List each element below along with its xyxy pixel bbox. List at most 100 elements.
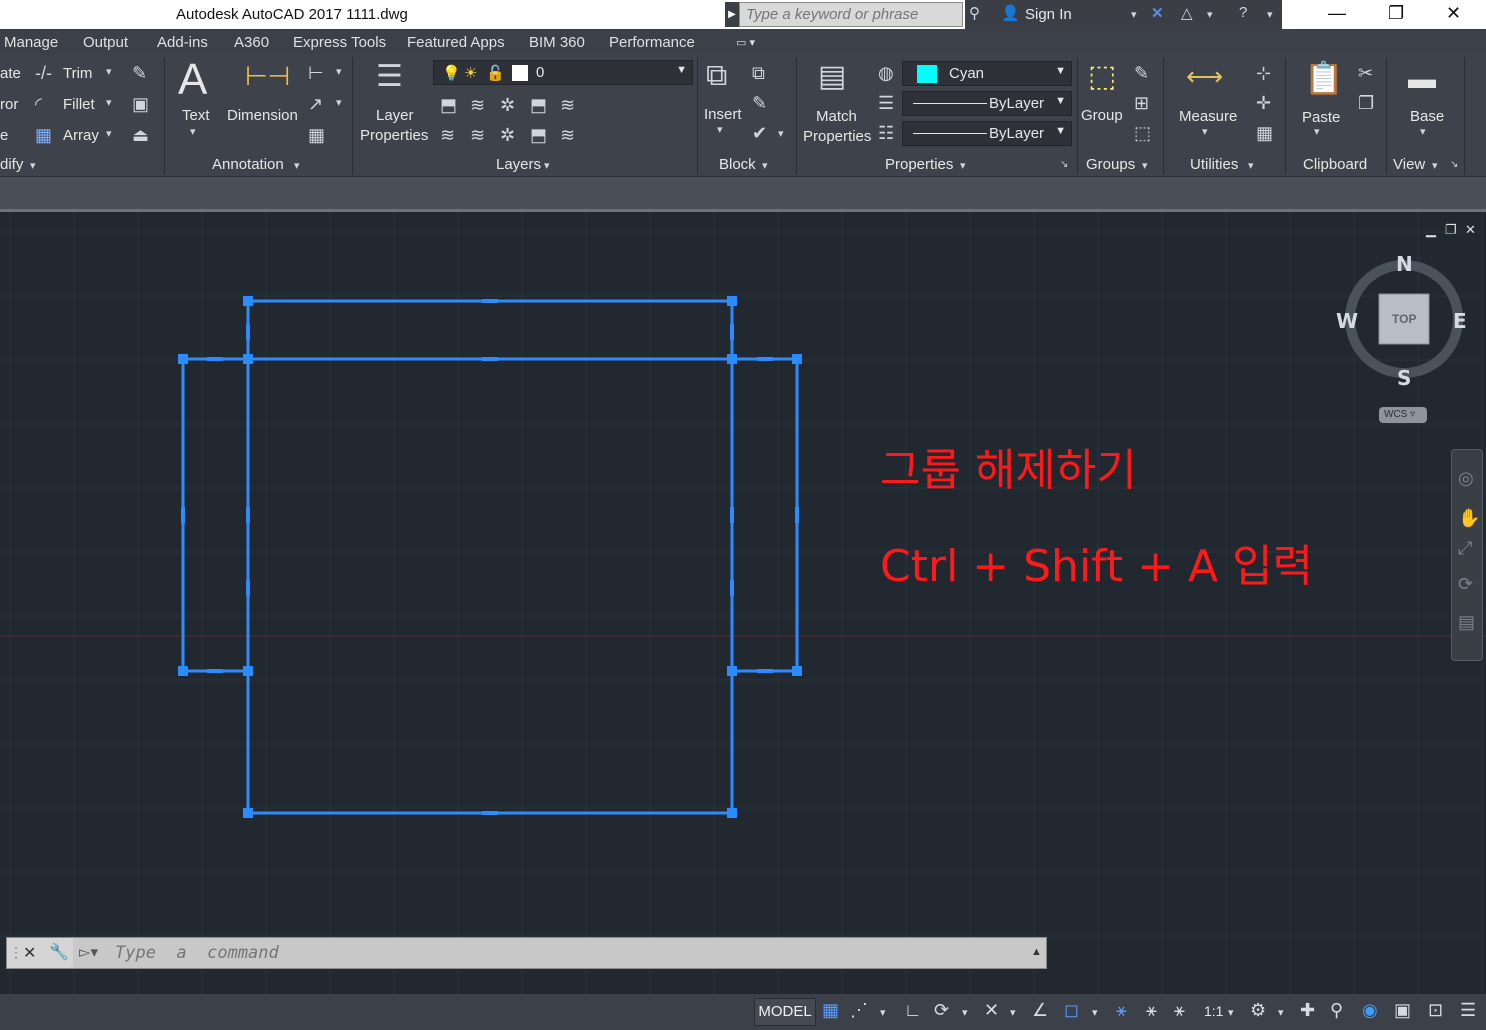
grip-point[interactable] — [792, 354, 802, 364]
snap-icon[interactable]: ⋰ — [850, 1000, 868, 1021]
showmotion-icon[interactable]: ▤ — [1458, 612, 1475, 633]
midpoint-grip[interactable] — [482, 357, 498, 361]
chevron-down-icon[interactable]: ▾ — [762, 159, 768, 172]
copy-icon[interactable]: ❐ — [1358, 93, 1374, 114]
chevron-down-icon[interactable]: ▾ — [1010, 1006, 1016, 1019]
chevron-down-icon[interactable]: ▾ — [1228, 1006, 1234, 1019]
viewport-close-icon[interactable]: ✕ — [1465, 222, 1476, 238]
close-icon[interactable]: ✕ — [1446, 3, 1461, 24]
layer-tool-icon[interactable]: ≋ — [560, 125, 575, 146]
tab-performance[interactable]: Performance — [609, 34, 695, 51]
workspace-gear-icon[interactable]: ⚙ — [1250, 1000, 1266, 1021]
viewcube-face-label[interactable]: TOP — [1392, 312, 1416, 326]
isolate-objects-icon[interactable]: ◉ — [1362, 1000, 1378, 1021]
dimension-icon[interactable]: ⊢⊣ — [245, 61, 290, 92]
array-button[interactable]: Array — [63, 127, 99, 144]
text-icon[interactable]: A — [178, 55, 207, 105]
annotation-visibility-icon[interactable]: ⚹ — [1146, 1000, 1157, 1021]
point-icon[interactable]: ✛ — [1256, 93, 1271, 114]
recent-commands-icon[interactable]: ▲ — [1031, 946, 1042, 958]
linear-dim-icon[interactable]: ⊢ — [308, 63, 324, 84]
help-icon[interactable]: ? — [1239, 4, 1247, 21]
layer-tool-icon[interactable]: ✲ — [500, 95, 515, 116]
edit-block-icon[interactable]: ✎ — [752, 93, 767, 114]
text-button[interactable]: Text — [182, 107, 210, 124]
explode-icon[interactable]: ▣ — [132, 94, 149, 115]
grip-icon[interactable]: ⋮ — [9, 944, 23, 961]
base-button[interactable]: Base — [1410, 108, 1444, 125]
chevron-down-icon[interactable]: ▾ — [1202, 125, 1208, 138]
linetype-icon[interactable]: ☷ — [878, 123, 894, 144]
annotation-scale[interactable]: 1:1 — [1204, 1003, 1223, 1019]
properties-panel-title[interactable]: Properties — [885, 156, 953, 173]
layer-tool-icon[interactable]: ≋ — [560, 95, 575, 116]
midpoint-grip[interactable] — [207, 357, 223, 361]
midpoint-grip[interactable] — [246, 507, 250, 523]
chevron-down-icon[interactable]: ▾ — [544, 159, 550, 172]
dialog-launcher-icon[interactable]: ↘ — [1450, 159, 1458, 170]
create-block-icon[interactable]: ⧉ — [752, 63, 765, 84]
leader-icon[interactable]: ↗ — [308, 94, 323, 115]
prompt-icon[interactable]: ▻▾ — [79, 943, 98, 961]
clipboard-panel-title[interactable]: Clipboard — [1303, 156, 1367, 173]
drawing-svg[interactable] — [0, 212, 1486, 994]
chevron-down-icon[interactable]: ▾ — [30, 159, 36, 172]
layer-tool-icon[interactable]: ≋ — [470, 125, 485, 146]
sign-in-button[interactable]: Sign In — [1025, 6, 1072, 23]
modify-rotate-label[interactable]: ate — [0, 65, 21, 82]
grip-point[interactable] — [727, 354, 737, 364]
erase-icon[interactable]: ✎ — [132, 63, 147, 84]
layer-tool-icon[interactable]: ✲ — [500, 125, 515, 146]
match-properties-label-1[interactable]: Match — [816, 108, 857, 125]
layer-tool-icon[interactable]: ⬒ — [530, 125, 547, 146]
midpoint-grip[interactable] — [246, 324, 250, 340]
polar-icon[interactable]: ⟳ — [934, 1000, 949, 1021]
grip-point[interactable] — [243, 666, 253, 676]
cut-icon[interactable]: ✂ — [1358, 63, 1373, 84]
paste-button[interactable]: Paste — [1302, 109, 1340, 126]
chevron-down-icon[interactable]: ▾ — [1420, 125, 1426, 138]
tab-manage[interactable]: Manage — [4, 34, 58, 51]
midpoint-grip[interactable] — [730, 580, 734, 596]
layer-tool-icon[interactable]: ⬒ — [530, 95, 547, 116]
block-attributes-icon[interactable]: ✔ — [752, 123, 767, 144]
modify-panel-title[interactable]: dify — [0, 156, 23, 173]
grip-point[interactable] — [727, 666, 737, 676]
compass-north[interactable]: N — [1396, 252, 1413, 276]
layer-dropdown[interactable]: 💡 ☀ 🔓 0 ▼ — [433, 60, 693, 85]
grip-point[interactable] — [727, 296, 737, 306]
grip-point[interactable] — [178, 666, 188, 676]
search-expand-icon[interactable]: ▶ — [725, 2, 739, 27]
model-space-button[interactable]: MODEL — [754, 998, 816, 1026]
viewport-restore-icon[interactable]: ❐ — [1445, 222, 1457, 238]
grip-point[interactable] — [727, 808, 737, 818]
groups-panel-title[interactable]: Groups — [1086, 156, 1135, 173]
fillet-button[interactable]: Fillet — [63, 96, 95, 113]
dimension-button[interactable]: Dimension — [227, 107, 298, 124]
hardware-acceleration-icon[interactable]: ▣ — [1394, 1000, 1411, 1021]
exchange-apps-icon[interactable]: ✕ — [1151, 4, 1164, 22]
restore-icon[interactable]: ❐ — [1388, 3, 1404, 24]
grid-icon[interactable]: ▦ — [822, 1000, 839, 1021]
chevron-down-icon[interactable]: ▾ — [1278, 1006, 1284, 1019]
match-properties-icon[interactable]: ▤ — [818, 59, 846, 94]
selection-cycling-icon[interactable]: ⚹ — [1116, 1000, 1127, 1021]
midpoint-grip[interactable] — [757, 357, 773, 361]
auto-scale-icon[interactable]: ⚹ — [1174, 1000, 1185, 1021]
midpoint-grip[interactable] — [795, 507, 799, 523]
object-snap-icon[interactable]: ◻ — [1064, 1000, 1079, 1021]
ungroup-icon[interactable]: ✎ — [1134, 63, 1149, 84]
chevron-down-icon[interactable]: ▾ — [1248, 159, 1254, 172]
steering-wheel-icon[interactable]: ◎ — [1458, 468, 1474, 489]
array-icon[interactable]: ▦ — [35, 125, 52, 146]
layer-properties-label-1[interactable]: Layer — [376, 107, 414, 124]
insert-button[interactable]: Insert — [704, 106, 742, 123]
midpoint-grip[interactable] — [181, 507, 185, 523]
utilities-panel-title[interactable]: Utilities — [1190, 156, 1238, 173]
object-snap-tracking-icon[interactable]: ∠ — [1032, 1000, 1048, 1021]
modify-scale-label[interactable]: e — [0, 127, 8, 144]
chevron-down-icon[interactable]: ▾ — [106, 127, 112, 140]
chevron-down-icon[interactable]: ▾ — [106, 96, 112, 109]
a360-icon[interactable]: △ — [1181, 4, 1193, 22]
midpoint-grip[interactable] — [730, 507, 734, 523]
